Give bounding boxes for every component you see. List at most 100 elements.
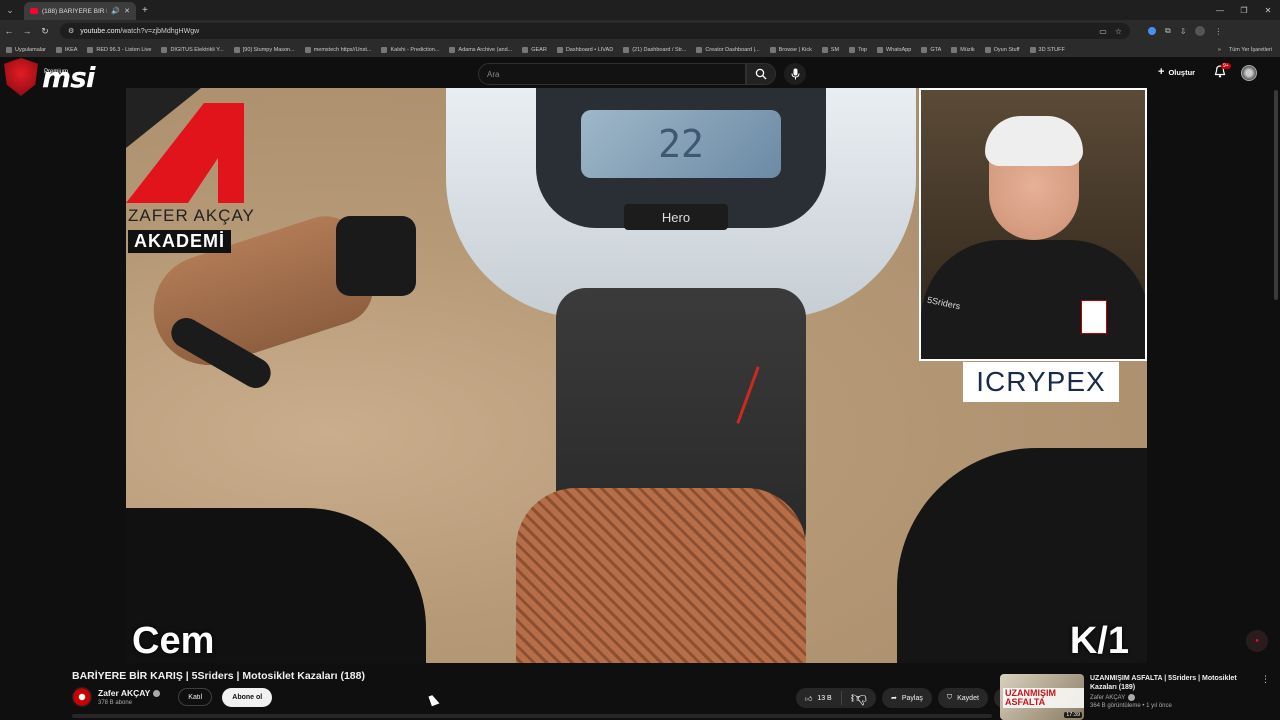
bookmark-item[interactable]: (21) Dashboard / Str...: [623, 46, 687, 53]
microphone-icon: [791, 68, 799, 80]
extensions-puzzle-icon[interactable]: ⧉: [1165, 26, 1171, 36]
bookmark-favicon-icon: [556, 46, 563, 53]
channel-watermark-icon[interactable]: ●: [1246, 630, 1268, 652]
bookmark-favicon-icon: [876, 46, 883, 53]
extension-icon[interactable]: [1148, 27, 1156, 35]
related-meta: 364 B görüntüleme • 1 yıl önce: [1090, 703, 1172, 709]
bookmark-item[interactable]: GTA: [921, 46, 942, 53]
bookmark-item[interactable]: Oyun Stuff: [984, 46, 1020, 53]
tab-close-icon[interactable]: ✕: [124, 7, 130, 15]
bookmark-item[interactable]: SM: [821, 46, 839, 53]
subscribe-button[interactable]: Abone ol: [222, 687, 273, 707]
bookmarks-overflow-icon[interactable]: »: [1218, 47, 1221, 53]
bookmark-favicon-icon: [233, 46, 240, 53]
bookmark-star-icon[interactable]: ☆: [1115, 27, 1122, 36]
bookmark-item[interactable]: DIGITUS Elektrikli Y...: [161, 46, 224, 53]
browser-menu-icon[interactable]: ⋮: [1214, 27, 1222, 36]
youtube-favicon-icon: [30, 8, 38, 14]
bookmark-favicon-icon: [849, 46, 856, 53]
minimize-icon[interactable]: —: [1208, 0, 1232, 20]
bookmark-item[interactable]: Dashboard • LIVAD: [556, 46, 613, 53]
bookmark-item[interactable]: RED 96.3 - Listen Live: [87, 46, 151, 53]
channel-avatar[interactable]: [72, 687, 92, 707]
thumbnail-text: UZANMIŞIM ASFALTA: [1003, 688, 1084, 708]
bookmark-label: GEAR: [531, 46, 547, 53]
all-bookmarks[interactable]: Tüm Yer İşaretleri: [1229, 47, 1272, 53]
mouse-cursor-icon: [428, 693, 440, 707]
bookmark-item[interactable]: memstech https//Unst...: [304, 46, 371, 53]
browser-tab-strip: ⌄ (188) BARİYERE BİR KARIŞ | 🔊 ✕ + — ❐ ✕: [0, 0, 1280, 20]
downloads-icon[interactable]: ⇩: [1180, 27, 1187, 36]
search-placeholder: Ara: [487, 69, 500, 79]
like-button[interactable]: 👍︎ 13 B: [796, 691, 842, 705]
reload-icon[interactable]: ↻: [36, 26, 54, 37]
share-button[interactable]: ➦ Paylaş: [881, 688, 932, 708]
bookmark-item[interactable]: 3D STUFF: [1029, 46, 1065, 53]
bookmark-item[interactable]: Adams Archive (and...: [449, 46, 513, 53]
academy-name: ZAFER AKÇAY: [128, 206, 255, 225]
page-scrollbar[interactable]: [1274, 90, 1278, 300]
url-path: /watch?v=zjbMdhgHWgw: [120, 27, 200, 35]
kebab-menu-icon[interactable]: ⋮: [1261, 674, 1270, 685]
site-info-icon[interactable]: ⚙: [68, 27, 74, 35]
forward-icon[interactable]: →: [18, 26, 36, 36]
verified-icon: [153, 689, 161, 697]
bookmark-item[interactable]: [90] Stumpy Mason...: [233, 46, 295, 53]
scooter-seat: [516, 488, 806, 663]
window-controls: — ❐ ✕: [1208, 0, 1280, 20]
bookmark-label: GTA: [930, 46, 942, 53]
address-bar[interactable]: ⚙ youtube.com/watch?v=zjbMdhgHWgw ▭ ☆: [60, 23, 1130, 39]
notification-badge: 9+: [1221, 63, 1231, 69]
video-actions: 👍︎ 13 B 👎︎ ➦ Paylaş ⛉ Kaydet ⋯: [796, 688, 1014, 708]
voice-search-button[interactable]: [784, 63, 806, 85]
related-thumbnail[interactable]: UZANMIŞIM ASFALTA 17:39: [1000, 674, 1084, 720]
bookmark-item[interactable]: Uygulamalar: [6, 46, 46, 53]
bookmark-favicon-icon: [522, 46, 529, 53]
channel-name[interactable]: Zafer AKÇAY: [98, 688, 161, 698]
join-button[interactable]: Katıl: [178, 688, 213, 706]
bookmark-item[interactable]: GEAR: [522, 46, 547, 53]
video-owner: Zafer AKÇAY 378 B abone Katıl Abone ol: [72, 687, 273, 707]
academy-mark-icon: [126, 88, 244, 203]
new-tab-icon[interactable]: +: [142, 5, 148, 16]
create-button[interactable]: + Oluştur: [1158, 66, 1195, 78]
related-channel-name: Zafer AKÇAY: [1090, 694, 1126, 701]
bookmark-favicon-icon: [821, 46, 828, 53]
scooter-brand-plate: Hero: [624, 204, 728, 230]
browser-profile-icon[interactable]: [1195, 26, 1206, 36]
browser-tab[interactable]: (188) BARİYERE BİR KARIŞ | 🔊 ✕: [24, 2, 136, 20]
window-close-icon[interactable]: ✕: [1256, 0, 1280, 20]
academy-tag: AKADEMİ: [128, 230, 231, 253]
bookmark-label: Browse | Kick: [778, 46, 812, 53]
tab-search-icon[interactable]: ⌄: [0, 0, 20, 20]
search-input[interactable]: Ara: [478, 63, 746, 85]
account-avatar[interactable]: [1241, 65, 1257, 81]
maximize-icon[interactable]: ❐: [1232, 0, 1256, 20]
msi-wordmark: msi: [42, 60, 95, 94]
msi-logo[interactable]: msi: [4, 57, 95, 97]
bookmark-item[interactable]: WhatsApp: [876, 46, 911, 53]
search-button[interactable]: [746, 63, 776, 85]
save-button[interactable]: ⛉ Kaydet: [937, 688, 988, 708]
related-video-item[interactable]: UZANMIŞIM ASFALTA 17:39 UZANMIŞIM ASFALT…: [1000, 674, 1270, 720]
speedometer-display: 22: [581, 110, 781, 178]
cast-icon[interactable]: ▭: [1099, 27, 1107, 36]
bookmark-item[interactable]: IKEA: [55, 46, 77, 53]
bookmark-item[interactable]: Top: [849, 46, 867, 53]
audio-playing-icon[interactable]: 🔊: [111, 7, 120, 15]
bookmark-item[interactable]: Kalshi - Prediction...: [381, 46, 439, 53]
back-icon[interactable]: ←: [0, 26, 18, 36]
bookmark-label: (21) Dashboard / Str...: [632, 46, 687, 53]
bookmark-item[interactable]: Müzik: [951, 46, 975, 53]
create-label: Oluştur: [1168, 67, 1196, 77]
handlebar-switches: [336, 216, 416, 296]
dislike-button[interactable]: 👎︎: [842, 689, 876, 708]
bookmark-item[interactable]: Creator Dashboard |...: [696, 46, 760, 53]
episode-code-caption: K/1: [1069, 620, 1129, 662]
related-title[interactable]: UZANMIŞIM ASFALTA | 5Sriders | Motosikle…: [1090, 674, 1258, 692]
bookmark-label: Adams Archive (and...: [458, 46, 513, 53]
extensions-area: ⧉ ⇩ ⋮: [1148, 26, 1222, 36]
bookmarks-right: » Tüm Yer İşaretleri: [1211, 42, 1272, 57]
bookmark-label: [90] Stumpy Mason...: [242, 46, 295, 53]
bookmark-item[interactable]: Browse | Kick: [769, 46, 812, 53]
